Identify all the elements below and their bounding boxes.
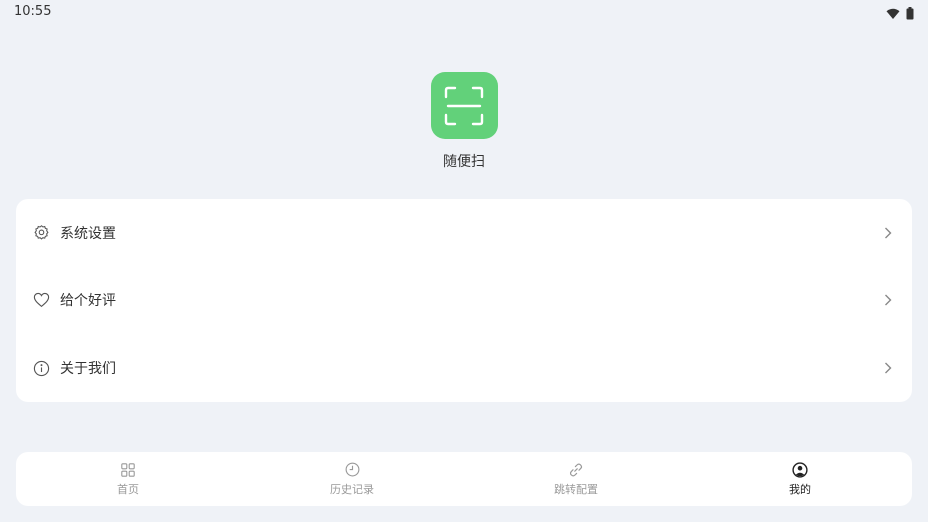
- menu-item-about-us[interactable]: 关于我们: [16, 334, 912, 402]
- app-header: 随便扫: [0, 72, 928, 171]
- menu-item-label: 关于我们: [60, 361, 116, 378]
- tab-label: 跳转配置: [554, 482, 598, 496]
- link-icon: [568, 462, 584, 478]
- tab-redirect-config[interactable]: 跳转配置: [464, 452, 688, 506]
- wifi-icon: [886, 5, 900, 24]
- chevron-right-icon: [882, 362, 894, 374]
- chevron-right-icon: [882, 294, 894, 306]
- menu-item-system-settings[interactable]: 系统设置: [16, 199, 912, 267]
- scan-icon: [430, 72, 498, 139]
- status-icons: [886, 5, 914, 24]
- menu-item-label: 系统设置: [60, 225, 116, 242]
- tab-mine[interactable]: 我的: [688, 452, 912, 506]
- status-time: 10:55: [14, 4, 52, 19]
- settings-menu: 系统设置 给个好评 关于我们: [16, 199, 912, 402]
- menu-item-label: 给个好评: [60, 293, 116, 310]
- clock-icon: [344, 462, 360, 478]
- chevron-right-icon: [882, 227, 894, 239]
- menu-item-rate-us[interactable]: 给个好评: [16, 267, 912, 335]
- bottom-tab-bar: 首页 历史记录 跳转配置 我的: [16, 452, 912, 506]
- tab-home[interactable]: 首页: [16, 452, 240, 506]
- info-icon: [32, 359, 50, 377]
- app-name: 随便扫: [443, 154, 485, 170]
- tab-history[interactable]: 历史记录: [240, 452, 464, 506]
- battery-icon: [906, 5, 914, 24]
- tab-label: 我的: [789, 482, 811, 496]
- grid-icon: [120, 462, 136, 478]
- heart-icon: [32, 291, 50, 309]
- gear-icon: [32, 224, 50, 242]
- tab-label: 首页: [117, 482, 139, 496]
- tab-label: 历史记录: [330, 482, 374, 496]
- status-bar: 10:55: [0, 0, 928, 24]
- user-icon: [792, 461, 808, 478]
